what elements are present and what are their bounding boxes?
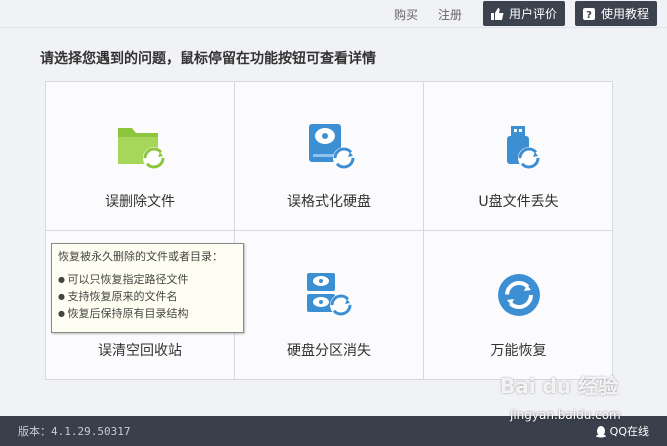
svg-text:?: ? — [586, 10, 592, 21]
user-review-button[interactable]: 用户评价 — [483, 1, 566, 26]
buy-link[interactable]: 购买 — [394, 6, 418, 23]
option-formatted-disk[interactable]: 误格式化硬盘 — [235, 82, 424, 231]
instruction-text: 请选择您遇到的问题，鼠标停留在功能按钮可查看详情 — [40, 51, 376, 67]
qq-online-label: QQ在线 — [609, 425, 649, 438]
help-icon: ? — [583, 7, 595, 21]
tooltip-item: 恢复后保持原有目录结构 — [58, 305, 237, 322]
tooltip-title: 恢复被永久删除的文件或者目录： — [58, 250, 223, 263]
user-review-label: 用户评价 — [509, 7, 558, 21]
folder-recover-icon — [118, 128, 165, 169]
qq-penguin-icon — [595, 425, 606, 437]
option-deleted-files[interactable]: 误删除文件 — [46, 82, 235, 231]
version-text: 版本：4.1.29.50317 — [18, 425, 131, 438]
option-label: 硬盘分区消失 — [287, 343, 371, 359]
tutorial-button[interactable]: ? 使用教程 — [575, 1, 658, 26]
option-partition-lost[interactable]: 硬盘分区消失 — [235, 231, 424, 380]
usb-recover-icon — [506, 126, 540, 169]
qq-online-button[interactable]: QQ在线 — [595, 423, 649, 439]
option-label: 误格式化硬盘 — [287, 194, 371, 210]
option-label: U盘文件丢失 — [478, 194, 559, 210]
tooltip-item: 可以只恢复指定路径文件 — [58, 271, 237, 288]
hdd-recover-icon — [309, 124, 355, 169]
recovery-options-grid: 误删除文件 误格式化硬盘 U盘文件丢失 误清空回收站 硬盘分区消失 万能恢复 — [45, 81, 613, 380]
tutorial-label: 使用教程 — [601, 7, 650, 21]
status-bar: 版本：4.1.29.50317 QQ在线 — [0, 416, 667, 446]
option-tooltip: 恢复被永久删除的文件或者目录： 可以只恢复指定路径文件 支持恢复原来的文件名 恢… — [51, 243, 244, 333]
partition-recover-icon — [307, 273, 352, 316]
option-label: 误删除文件 — [105, 194, 175, 210]
tooltip-item: 支持恢复原来的文件名 — [58, 288, 237, 305]
option-universal-recovery[interactable]: 万能恢复 — [424, 231, 613, 380]
option-label: 万能恢复 — [490, 343, 547, 359]
register-link[interactable]: 注册 — [438, 6, 462, 23]
thumbs-up-icon — [491, 7, 504, 20]
option-usb-lost[interactable]: U盘文件丢失 — [424, 82, 613, 231]
option-label: 误清空回收站 — [98, 343, 182, 359]
universal-recover-icon — [497, 274, 540, 316]
top-bar: 购买 注册 用户评价 ? 使用教程 — [0, 0, 667, 28]
